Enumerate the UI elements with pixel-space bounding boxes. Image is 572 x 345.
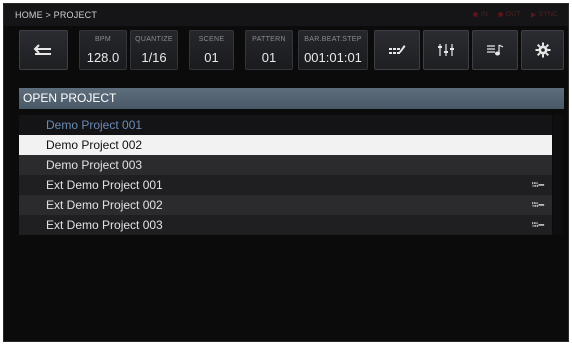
project-row[interactable]: Demo Project 001 [19,115,552,135]
pattern-value: 01 [261,50,277,65]
sequence-button[interactable] [374,30,420,70]
project-list: Demo Project 001 Demo Project 002 Demo P… [19,115,552,235]
usb-icon: ⭾━ [531,180,544,190]
in-indicator-icon [472,12,478,17]
usb-icon: ⭾━ [531,220,544,230]
section-title: OPEN PROJECT [19,88,564,109]
status-indicators: IN OUT SYNC [472,11,558,18]
scene-label: SCENE [198,36,225,43]
status-in: IN [472,11,488,18]
sound-browse-icon [487,44,504,56]
project-name: Demo Project 003 [46,158,143,172]
scene-display[interactable]: SCENE 01 [189,30,234,70]
position-value: 001:01:01 [304,50,362,65]
project-name: Demo Project 002 [46,138,143,152]
pattern-label: PATTERN [252,36,286,43]
status-sync: SYNC [530,11,558,18]
settings-button[interactable] [521,30,564,70]
project-row[interactable]: Ext Demo Project 001 ⭾━ [19,175,552,195]
project-name: Demo Project 001 [46,118,143,132]
top-bar: HOME > PROJECT IN OUT SYNC [4,4,568,26]
project-row[interactable]: Ext Demo Project 002 ⭾━ [19,195,552,215]
usb-icon: ⭾━ [531,200,544,210]
status-out: OUT [497,11,521,18]
back-arrow-icon [33,44,51,55]
back-button[interactable] [19,30,68,70]
project-row-selected[interactable]: Demo Project 002 [19,135,552,155]
project-name: Ext Demo Project 002 [46,198,163,212]
sound-browse-button[interactable] [472,30,518,70]
list-scrollbar[interactable] [553,115,563,234]
project-name: Ext Demo Project 001 [46,178,163,192]
out-indicator-icon [497,12,503,17]
project-row[interactable]: Demo Project 003 [19,155,552,175]
pattern-display[interactable]: PATTERN 01 [245,30,293,70]
quantize-label: QUANTIZE [135,36,173,43]
bpm-label: BPM [94,36,112,43]
quantize-display[interactable]: QUANTIZE 1/16 [130,30,178,70]
mixer-button[interactable] [423,30,469,70]
bpm-display[interactable]: BPM 128.0 [79,30,127,70]
project-name: Ext Demo Project 003 [46,218,163,232]
mixer-sliders-icon [438,44,454,56]
gear-icon [535,42,550,58]
position-display[interactable]: BAR.BEAT.STEP 001:01:01 [298,30,368,70]
play-indicator-icon [530,11,536,18]
bpm-value: 128.0 [86,50,120,65]
position-label: BAR.BEAT.STEP [304,36,362,43]
scene-value: 01 [204,50,219,65]
quantize-value: 1/16 [141,50,167,65]
device-screen: HOME > PROJECT IN OUT SYNC BPM 128.0 QUA… [3,3,569,342]
breadcrumb: HOME > PROJECT [15,10,98,20]
project-row[interactable]: Ext Demo Project 003 ⭾━ [19,215,552,235]
toolbar: BPM 128.0 QUANTIZE 1/16 SCENE 01 PATTERN… [19,30,564,72]
sequence-edit-icon [389,45,406,54]
